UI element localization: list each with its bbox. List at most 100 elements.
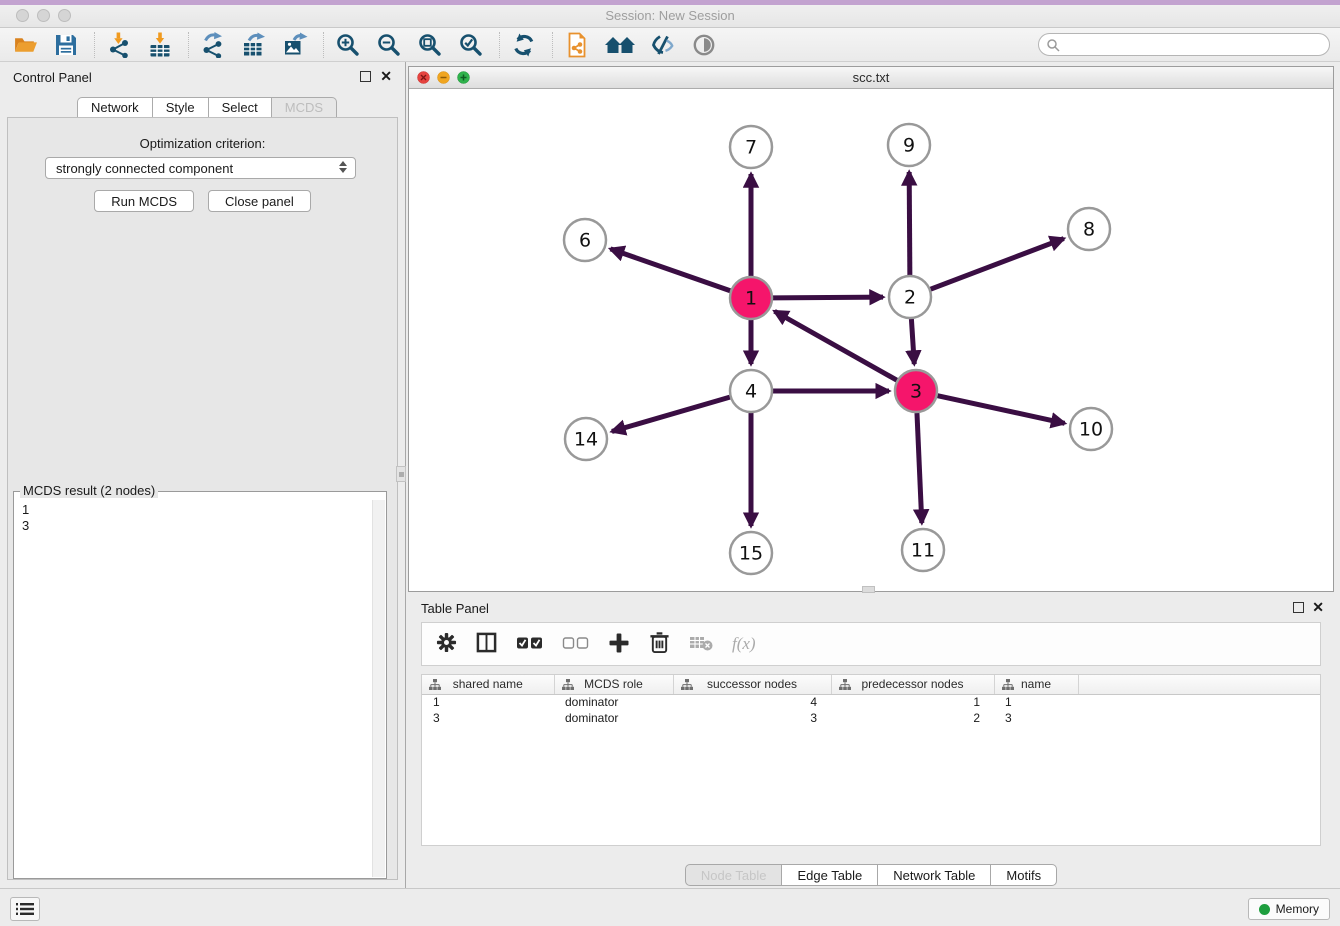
graph-edge-4-14[interactable] (612, 397, 730, 431)
zoom-selected-icon[interactable] (456, 30, 486, 60)
export-table-icon[interactable] (239, 30, 269, 60)
toolbar-separator (499, 32, 500, 58)
import-network-icon[interactable] (104, 30, 134, 60)
add-icon[interactable] (608, 632, 630, 657)
main-toolbar (0, 28, 1340, 62)
import-table-icon[interactable] (145, 30, 175, 60)
graph-node-3[interactable]: 3 (895, 370, 937, 412)
network-title: scc.txt (409, 70, 1333, 85)
home-layout-icon[interactable] (603, 30, 637, 60)
graph-edge-3-11[interactable] (917, 413, 922, 523)
deselect-all-icon[interactable] (562, 635, 589, 654)
export-network-icon[interactable] (198, 30, 228, 60)
control-panel: Control Panel ✕ NetworkStyleSelectMCDS O… (0, 62, 405, 888)
mcds-result-list: 13 (15, 500, 372, 877)
save-session-icon[interactable] (51, 30, 81, 60)
refresh-icon[interactable] (509, 30, 539, 60)
table-panel-title: Table Panel (421, 601, 489, 616)
optimization-select[interactable]: strongly connected component (45, 157, 356, 179)
clone-network-icon[interactable] (562, 30, 592, 60)
table-cell[interactable]: 3 (994, 710, 1078, 726)
graph-edge-3-1[interactable] (775, 311, 897, 380)
table-cell[interactable]: 3 (422, 710, 554, 726)
column-header-predecessor-nodes[interactable]: predecessor nodes (831, 675, 994, 694)
horizontal-splitter-handle[interactable] (862, 586, 875, 593)
table-tab-node-table[interactable]: Node Table (685, 864, 782, 886)
graph-node-4[interactable]: 4 (730, 370, 772, 412)
table-close-icon[interactable]: ✕ (1312, 599, 1324, 615)
window-accent-strip (0, 0, 1340, 5)
column-header-mcds-role[interactable]: MCDS role (554, 675, 673, 694)
hide-eye-icon[interactable] (648, 30, 678, 60)
close-panel-icon[interactable]: ✕ (380, 68, 392, 84)
table-tab-network-table[interactable]: Network Table (877, 864, 990, 886)
control-tab-style[interactable]: Style (152, 97, 208, 118)
float-panel-icon[interactable] (360, 71, 371, 82)
splitter-handle[interactable] (396, 466, 406, 482)
table-tab-motifs[interactable]: Motifs (990, 864, 1057, 886)
graph-edge-2-8[interactable] (931, 239, 1064, 290)
zoom-fit-icon[interactable] (415, 30, 445, 60)
column-header-name[interactable]: name (994, 675, 1078, 694)
result-line: 3 (22, 518, 372, 534)
table-float-icon[interactable] (1293, 602, 1304, 613)
table-settings-icon[interactable] (436, 632, 457, 656)
graph-node-2[interactable]: 2 (889, 276, 931, 318)
graph-edge-1-2[interactable] (773, 297, 883, 298)
graph-node-label: 10 (1079, 419, 1103, 441)
graph-node-9[interactable]: 9 (888, 124, 930, 166)
table-cell[interactable]: 1 (422, 694, 554, 710)
table-cell[interactable]: 4 (673, 694, 831, 710)
table-row[interactable]: 1dominator411 (422, 694, 1320, 710)
network-titlebar[interactable]: scc.txt (409, 67, 1333, 89)
graph-edge-1-6[interactable] (610, 249, 730, 291)
graph-edge-3-10[interactable] (937, 396, 1064, 424)
graph-node-15[interactable]: 15 (730, 532, 772, 574)
result-line: 1 (22, 502, 372, 518)
control-tab-mcds[interactable]: MCDS (271, 97, 337, 118)
table-cell[interactable]: dominator (554, 694, 673, 710)
show-eye-icon[interactable] (689, 30, 719, 60)
graph-edge-2-9[interactable] (909, 172, 910, 275)
table-tab-edge-table[interactable]: Edge Table (781, 864, 877, 886)
graph-node-8[interactable]: 8 (1068, 208, 1110, 250)
column-header-shared-name[interactable]: shared name (422, 675, 554, 694)
control-panel-title: Control Panel (13, 70, 92, 85)
run-mcds-button[interactable]: Run MCDS (94, 190, 194, 212)
table-panel: Table Panel ✕ f(x) shared nameMCDS roles… (408, 596, 1334, 888)
table-cell[interactable]: 2 (831, 710, 994, 726)
control-tab-select[interactable]: Select (208, 97, 271, 118)
graph-node-label: 15 (739, 543, 763, 565)
table-row[interactable]: 3dominator323 (422, 710, 1320, 726)
network-canvas[interactable]: 7 9 6 8 1 2 4 3 14 10 15 11 (409, 89, 1333, 591)
select-spinner-icon (339, 161, 347, 173)
graph-node-11[interactable]: 11 (902, 529, 944, 571)
table-cell[interactable]: 3 (673, 710, 831, 726)
graph-node-10[interactable]: 10 (1070, 408, 1112, 450)
search-input[interactable] (1065, 35, 1329, 54)
table-cell[interactable]: 1 (994, 694, 1078, 710)
delete-icon[interactable] (649, 631, 670, 657)
zoom-out-icon[interactable] (374, 30, 404, 60)
toolbar-separator (94, 32, 95, 58)
table-cell[interactable]: 1 (831, 694, 994, 710)
graph-node-14[interactable]: 14 (565, 418, 607, 460)
graph-edge-2-3[interactable] (911, 319, 914, 364)
graph-node-6[interactable]: 6 (564, 219, 606, 261)
window-title: Session: New Session (0, 8, 1340, 23)
function-builder-icon: f(x) (732, 634, 756, 654)
task-history-button[interactable] (10, 897, 40, 921)
graph-node-1[interactable]: 1 (730, 277, 772, 319)
close-panel-button[interactable]: Close panel (208, 190, 311, 212)
table-cell[interactable]: dominator (554, 710, 673, 726)
export-image-icon[interactable] (280, 30, 310, 60)
graph-node-7[interactable]: 7 (730, 126, 772, 168)
open-session-icon[interactable] (10, 30, 40, 60)
result-scrollbar[interactable] (372, 500, 385, 877)
column-header-successor-nodes[interactable]: successor nodes (673, 675, 831, 694)
memory-button[interactable]: Memory (1248, 898, 1330, 920)
control-tab-network[interactable]: Network (77, 97, 152, 118)
select-all-icon[interactable] (516, 635, 543, 654)
show-columns-icon[interactable] (476, 632, 497, 656)
zoom-in-icon[interactable] (333, 30, 363, 60)
